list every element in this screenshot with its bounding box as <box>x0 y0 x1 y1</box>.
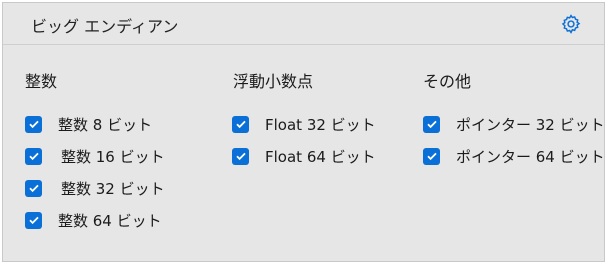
checkbox-label: 整数 64 ビット <box>58 211 162 230</box>
checkbox-checked-icon[interactable] <box>25 179 42 197</box>
checkbox-checked-icon[interactable] <box>232 115 249 133</box>
checkbox-checked-icon[interactable] <box>25 147 42 165</box>
checkbox-label: 整数 8 ビット <box>58 115 153 134</box>
group-title-other: その他 <box>423 72 472 91</box>
gear-icon[interactable] <box>560 13 582 35</box>
checkbox-int32[interactable]: 整数 32 ビット <box>25 177 165 199</box>
panel-header: ビッグ エンディアン <box>3 3 604 45</box>
panel-title: ビッグ エンディアン <box>31 17 179 36</box>
big-endian-panel: ビッグ エンディアン 整数 整数 8 ビット 整数 16 ビット 整数 32 ビ… <box>2 2 605 262</box>
checkbox-int64[interactable]: 整数 64 ビット <box>25 209 162 231</box>
checkbox-checked-icon[interactable] <box>423 147 440 165</box>
checkbox-checked-icon[interactable] <box>25 211 42 229</box>
checkbox-label: Float 64 ビット <box>265 147 376 166</box>
checkbox-int16[interactable]: 整数 16 ビット <box>25 145 165 167</box>
checkbox-label: ポインター 32 ビット <box>456 115 605 134</box>
checkbox-float64[interactable]: Float 64 ビット <box>232 145 376 167</box>
checkbox-checked-icon[interactable] <box>423 115 440 133</box>
checkbox-int8[interactable]: 整数 8 ビット <box>25 113 152 135</box>
checkbox-float32[interactable]: Float 32 ビット <box>232 113 376 135</box>
checkbox-pointer32[interactable]: ポインター 32 ビット <box>423 113 605 135</box>
group-title-float: 浮動小数点 <box>233 72 314 91</box>
checkbox-checked-icon[interactable] <box>232 147 249 165</box>
checkbox-label: 整数 32 ビット <box>61 179 165 198</box>
checkbox-pointer64[interactable]: ポインター 64 ビット <box>423 145 605 167</box>
group-title-integer: 整数 <box>25 72 58 91</box>
checkbox-label: ポインター 64 ビット <box>456 147 605 166</box>
checkbox-label: 整数 16 ビット <box>61 147 165 166</box>
checkbox-label: Float 32 ビット <box>265 115 376 134</box>
checkbox-checked-icon[interactable] <box>25 115 42 133</box>
